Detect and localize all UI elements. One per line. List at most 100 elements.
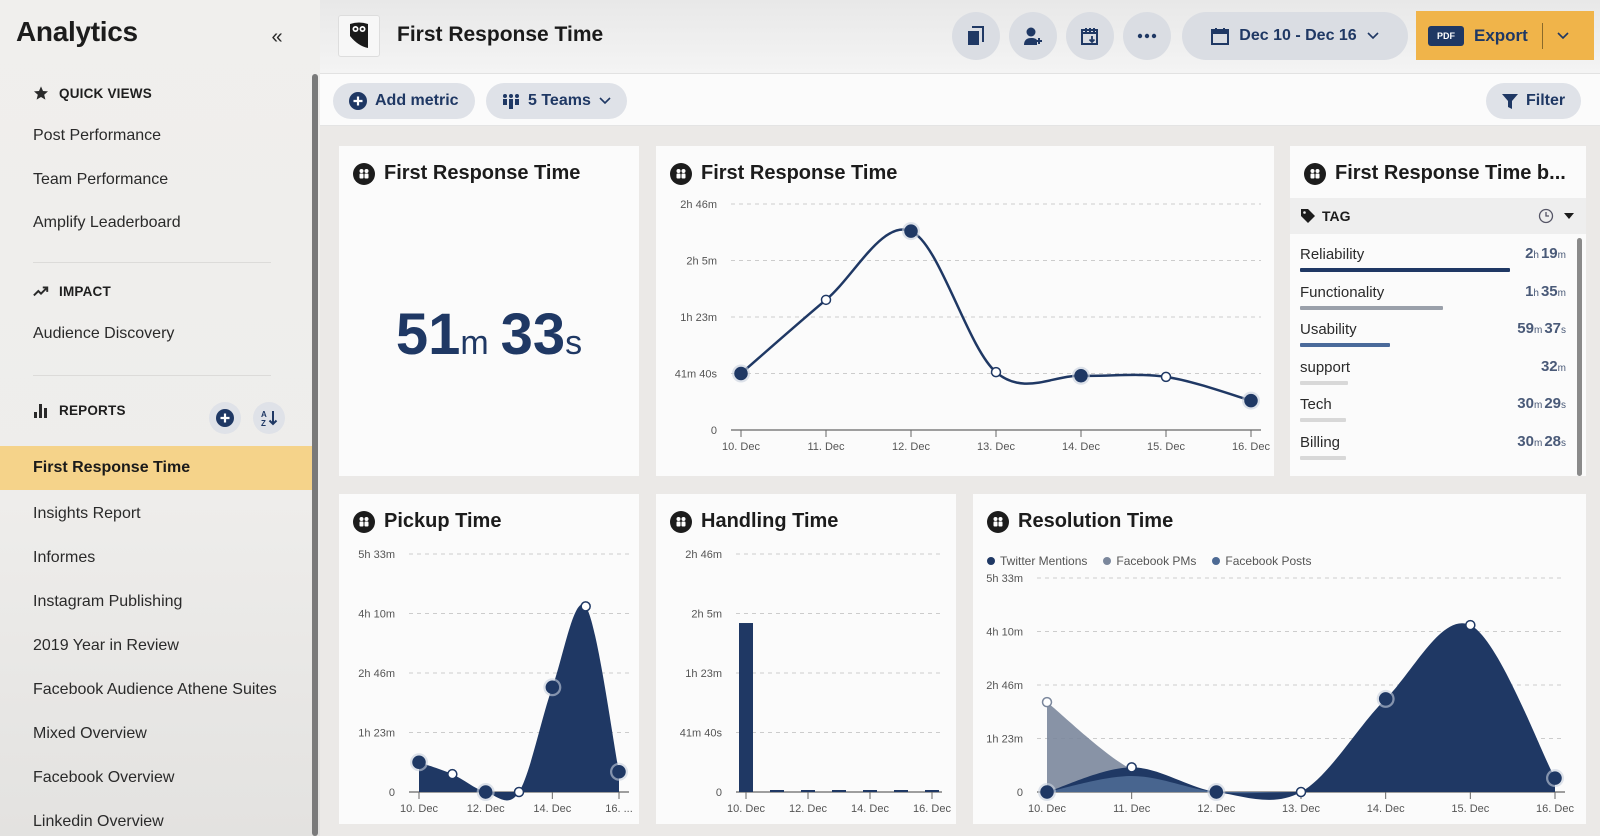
filter-button[interactable]: Filter bbox=[1486, 83, 1582, 119]
y-tick-label: 2h 46m bbox=[680, 199, 717, 211]
tag-row[interactable]: support 32m bbox=[1290, 351, 1574, 388]
x-tick-label: 12. Dec bbox=[1197, 803, 1235, 815]
team-icon bbox=[670, 162, 692, 185]
team-icon bbox=[1304, 162, 1326, 185]
pickup-time-card: Pickup Time 0 1h 23m 2h 46m 4h 10m 5h 33m 10.… bbox=[339, 494, 639, 824]
sidebar-scrollbar[interactable] bbox=[312, 74, 318, 836]
export-button[interactable]: PDF Export bbox=[1416, 11, 1594, 60]
x-tick-label: 12. Dec bbox=[892, 441, 930, 453]
data-point bbox=[1378, 692, 1393, 706]
calendar-download-icon bbox=[1081, 28, 1098, 45]
y-tick-label: 5h 33m bbox=[986, 573, 1023, 585]
tag-row[interactable]: Tech 30m 29s bbox=[1290, 388, 1574, 425]
legend-item[interactable]: Twitter Mentions bbox=[987, 554, 1087, 568]
y-tick-label: 1h 23m bbox=[358, 728, 395, 740]
y-tick-label: 0 bbox=[1017, 787, 1023, 799]
tag-row[interactable]: Reliability 2h 19m bbox=[1290, 238, 1574, 275]
tag-row[interactable]: Usability 59m 37s bbox=[1290, 313, 1574, 350]
by-tag-card: First Response Time b... TAG Reliability… bbox=[1290, 146, 1586, 476]
date-range-label: Dec 10 - Dec 16 bbox=[1239, 27, 1357, 44]
caret-down-icon[interactable] bbox=[1564, 213, 1574, 219]
bar-chart-icon bbox=[33, 402, 49, 418]
team-icon bbox=[353, 510, 375, 533]
duplicate-button[interactable] bbox=[952, 12, 1000, 60]
add-metric-button[interactable]: Add metric bbox=[333, 83, 475, 119]
divider bbox=[1541, 22, 1543, 49]
sidebar-item-audience-discovery[interactable]: Audience Discovery bbox=[33, 325, 174, 343]
y-tick-label: 41m 40s bbox=[675, 369, 718, 381]
section-reports: REPORTS bbox=[33, 402, 126, 418]
tag-bar bbox=[1300, 305, 1443, 310]
tag-name: Reliability bbox=[1300, 246, 1365, 263]
teams-dropdown[interactable]: 5 Teams bbox=[486, 83, 627, 119]
clock-icon[interactable] bbox=[1538, 208, 1554, 224]
x-tick-label: 10. Dec bbox=[400, 803, 438, 815]
sort-reports-button[interactable]: AZ bbox=[253, 402, 285, 434]
tag-column-header[interactable]: TAG bbox=[1290, 198, 1586, 234]
data-point bbox=[1040, 785, 1054, 799]
data-point bbox=[1295, 786, 1307, 798]
x-tick-label: 16. Dec bbox=[1232, 441, 1270, 453]
divider bbox=[33, 262, 271, 263]
sidebar-item-facebook-audience-athene-suites[interactable]: Facebook Audience Athene Suites bbox=[33, 681, 277, 699]
toolbar: Add metric 5 Teams Filter bbox=[320, 74, 1600, 126]
y-tick-label: 1h 23m bbox=[680, 312, 717, 324]
series-area bbox=[1047, 623, 1555, 800]
x-tick-label: 12. Dec bbox=[467, 803, 505, 815]
tag-icon bbox=[1301, 209, 1315, 223]
collapse-sidebar-button[interactable]: « bbox=[262, 22, 292, 52]
data-point bbox=[412, 755, 426, 769]
sidebar: Analytics « QUICK VIEWS Post Performance… bbox=[0, 0, 320, 836]
chevron-down-icon[interactable] bbox=[1557, 28, 1569, 43]
sidebar-item-insights-report[interactable]: Insights Report bbox=[33, 505, 141, 523]
card-title: Handling Time bbox=[670, 510, 838, 533]
sidebar-item-post-performance[interactable]: Post Performance bbox=[33, 127, 161, 145]
sidebar-item-amplify-leaderboard[interactable]: Amplify Leaderboard bbox=[33, 214, 181, 232]
section-impact: IMPACT bbox=[33, 283, 111, 299]
svg-text:Z: Z bbox=[261, 419, 266, 428]
y-tick-label: 4h 10m bbox=[986, 627, 1023, 639]
tag-name: Usability bbox=[1300, 321, 1357, 338]
schedule-button[interactable] bbox=[1066, 12, 1114, 60]
team-icon bbox=[353, 162, 375, 185]
data-point bbox=[990, 366, 1002, 378]
first-response-value: 51m 33s bbox=[395, 302, 583, 367]
tag-name: Tech bbox=[1300, 396, 1332, 413]
tag-row[interactable]: Billing 30m 28s bbox=[1290, 426, 1574, 463]
legend-item[interactable]: Facebook PMs bbox=[1103, 554, 1196, 568]
y-tick-label: 0 bbox=[389, 787, 395, 799]
sidebar-item-informes[interactable]: Informes bbox=[33, 549, 95, 567]
bar bbox=[801, 790, 815, 792]
sidebar-item-2019-year-in-review[interactable]: 2019 Year in Review bbox=[33, 637, 179, 655]
x-tick-label: 10. Dec bbox=[727, 803, 765, 815]
x-tick-label: 16. Dec bbox=[913, 803, 951, 815]
x-tick-label: 11. Dec bbox=[807, 441, 845, 453]
add-report-button[interactable] bbox=[209, 402, 241, 434]
sidebar-item-instagram-publishing[interactable]: Instagram Publishing bbox=[33, 593, 182, 611]
sidebar-item-team-performance[interactable]: Team Performance bbox=[33, 171, 168, 189]
handling-time-chart: 0 41m 40s 1h 23m 2h 5m 2h 46m 10. Dec 12. Dec 1… bbox=[680, 549, 952, 815]
x-tick-label: 15. Dec bbox=[1147, 441, 1185, 453]
share-user-button[interactable] bbox=[1009, 12, 1057, 60]
handling-time-card: Handling Time 0 41m 40s 1h 23m 2h 5m 2h 46m 1… bbox=[656, 494, 956, 824]
legend-item[interactable]: Facebook Posts bbox=[1212, 554, 1311, 568]
sidebar-item-first-response-time[interactable]: First Response Time bbox=[0, 446, 312, 490]
date-range-picker[interactable]: Dec 10 - Dec 16 bbox=[1182, 12, 1408, 60]
chevron-down-icon bbox=[599, 97, 611, 105]
data-point bbox=[734, 366, 748, 381]
owl-logo bbox=[338, 15, 380, 57]
tag-row[interactable]: Functionality 1h 35m bbox=[1290, 276, 1574, 313]
bar bbox=[770, 790, 784, 792]
tag-list-scrollbar[interactable] bbox=[1577, 238, 1582, 476]
sidebar-item-mixed-overview[interactable]: Mixed Overview bbox=[33, 725, 147, 743]
data-point bbox=[1548, 771, 1562, 785]
tag-name: support bbox=[1300, 358, 1351, 376]
card-title: First Response Time b... bbox=[1304, 162, 1566, 185]
chevron-down-icon bbox=[1367, 32, 1379, 40]
sidebar-item-facebook-overview[interactable]: Facebook Overview bbox=[33, 769, 174, 787]
section-quick-views: QUICK VIEWS bbox=[33, 85, 152, 101]
card-title: Resolution Time bbox=[987, 510, 1173, 533]
export-label: Export bbox=[1474, 25, 1528, 45]
sidebar-item-linkedin-overview[interactable]: Linkedin Overview bbox=[33, 813, 164, 831]
more-options-button[interactable] bbox=[1123, 12, 1171, 60]
